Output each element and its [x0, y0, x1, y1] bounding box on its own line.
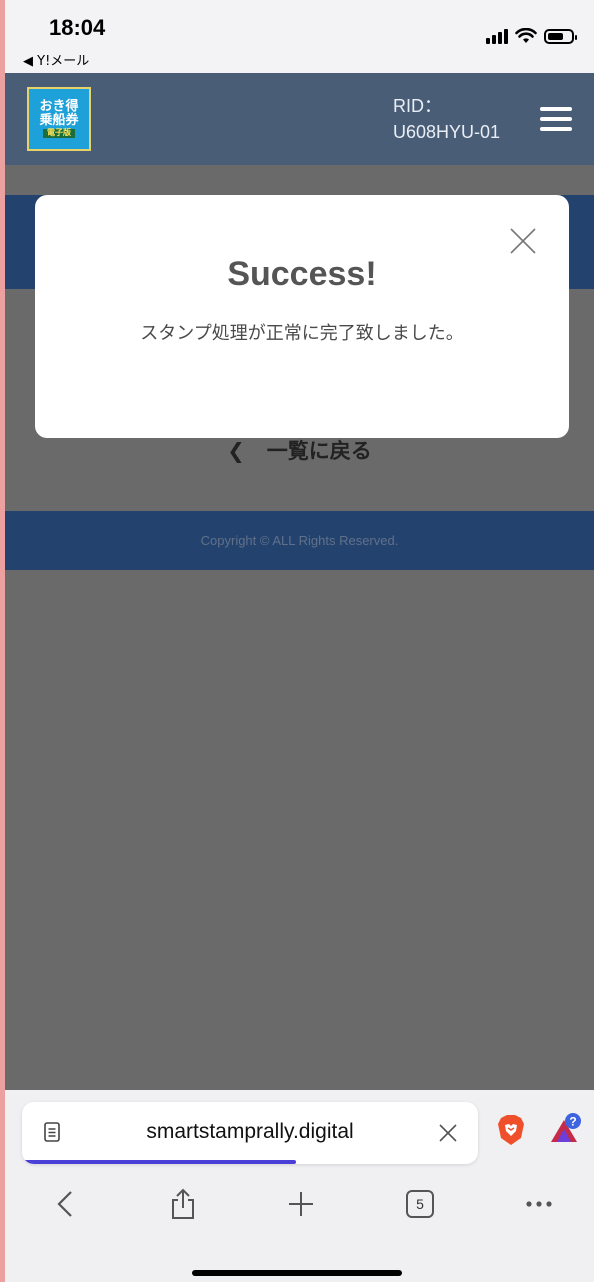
hamburger-menu-icon[interactable] — [540, 107, 572, 131]
share-button[interactable] — [163, 1182, 203, 1226]
rid-label: RID： — [393, 96, 442, 116]
battery-icon — [544, 28, 577, 44]
plus-icon — [289, 1192, 313, 1216]
url-text[interactable]: smartstamprally.digital — [22, 1120, 478, 1144]
brave-shields-icon[interactable] — [497, 1114, 525, 1146]
site-header: おき得 乗船券 電子版 RID： U608HYU-01 — [5, 73, 594, 165]
browser-toolbar: 5 — [5, 1182, 594, 1234]
rid-info: RID： U608HYU-01 — [393, 93, 500, 145]
rid-value: U608HYU-01 — [393, 122, 501, 142]
address-bar[interactable]: smartstamprally.digital — [22, 1102, 478, 1164]
close-icon[interactable] — [509, 227, 537, 255]
dialog-message: スタンプ処理が正常に完了致しました。 — [140, 323, 464, 344]
more-menu-button[interactable] — [519, 1182, 559, 1226]
phone-screen: 18:04 ◀ Y!メール おき得 乗船券 電子版 RID： U608HYU-0… — [5, 0, 594, 1282]
new-tab-button[interactable] — [281, 1182, 321, 1226]
brave-rewards-icon[interactable]: ? — [545, 1112, 583, 1146]
success-dialog: Success! スタンプ処理が正常に完了致しました。 — [35, 195, 569, 438]
chevron-left-icon: ❮ — [227, 439, 245, 463]
copyright-text: Copyright © ALL Rights Reserved. — [200, 533, 399, 548]
status-bar: 18:04 ◀ Y!メール — [5, 0, 594, 73]
cellular-signal-icon — [486, 28, 508, 44]
rewards-badge: ? — [569, 1115, 576, 1129]
site-logo[interactable]: おき得 乗船券 電子版 — [27, 87, 91, 151]
clear-url-icon[interactable] — [438, 1123, 458, 1143]
back-button[interactable] — [45, 1182, 85, 1226]
wifi-icon — [515, 28, 537, 43]
status-icons — [486, 28, 577, 44]
back-to-list-label: 一覧に戻る — [266, 439, 372, 463]
home-indicator — [192, 1270, 402, 1276]
status-time: 18:04 — [49, 15, 106, 40]
dialog-title: Success! — [227, 255, 377, 293]
page-load-progress — [22, 1160, 296, 1164]
back-to-app-link[interactable]: ◀ Y!メール — [23, 50, 89, 69]
more-dots-icon — [526, 1201, 552, 1207]
share-icon — [172, 1188, 194, 1219]
browser-bottom-bar: smartstamprally.digital ? 5 — [5, 1090, 594, 1282]
tabs-button[interactable]: 5 — [400, 1182, 440, 1226]
chevron-left-icon — [57, 1191, 72, 1217]
site-footer: Copyright © ALL Rights Reserved. — [5, 511, 594, 570]
tab-count: 5 — [406, 1190, 434, 1218]
back-to-list-link[interactable]: ❮ 一覧に戻る — [5, 435, 594, 465]
